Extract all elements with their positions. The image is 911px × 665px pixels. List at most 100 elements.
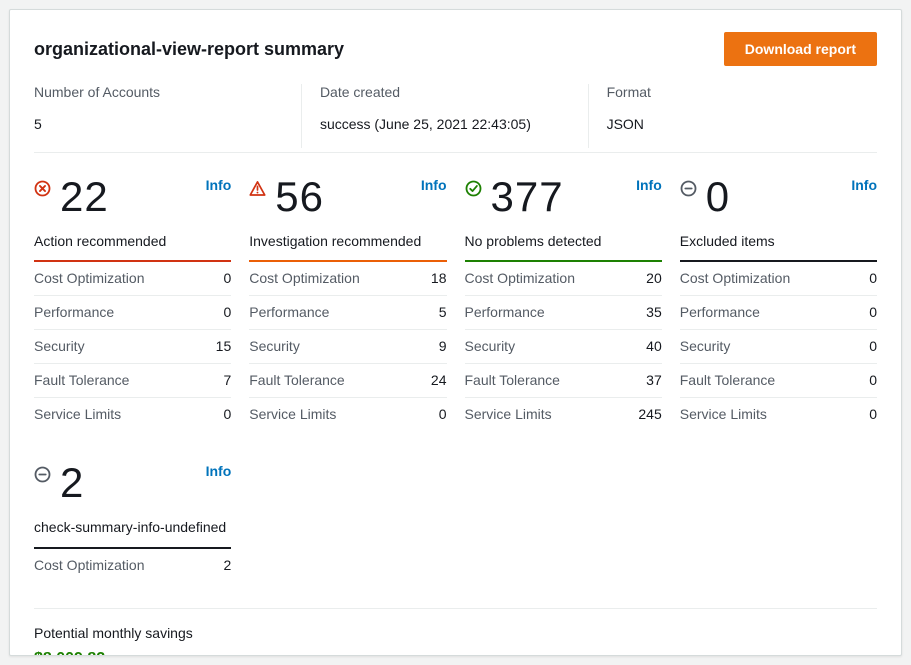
category-value: 2 [223,557,231,573]
category-value: 20 [646,270,662,286]
meta-value: 5 [34,116,301,132]
summary-grid: 22 Info Action recommended Cost Optimiza… [34,175,877,582]
category-label: Fault Tolerance [34,372,129,388]
info-link[interactable]: Info [421,177,447,193]
summary-card-investigation-recommended: 56 Info Investigation recommended Cost O… [249,175,446,431]
category-value: 7 [223,372,231,388]
category-value: 245 [638,406,661,422]
meta-format: Format JSON [588,84,877,148]
category-value: 15 [216,338,232,354]
category-value: 24 [431,372,447,388]
card-title: Excluded items [680,231,877,262]
category-value: 0 [439,406,447,422]
category-label: Service Limits [34,406,121,422]
category-row: Security 40 [465,330,662,364]
meta-label: Number of Accounts [34,84,301,100]
category-label: Performance [34,304,114,320]
category-row: Fault Tolerance 7 [34,364,231,398]
category-row: Performance 0 [680,296,877,330]
category-label: Performance [680,304,760,320]
category-value: 9 [439,338,447,354]
card-header: 2 Info [34,461,231,505]
category-row: Service Limits 0 [680,398,877,431]
summary-card-check-summary-info-undefined: 2 Info check-summary-info-undefined Cost… [34,461,231,581]
category-label: Service Limits [465,406,552,422]
category-value: 0 [223,270,231,286]
success-circle-icon [465,180,482,197]
category-row: Cost Optimization 18 [249,262,446,296]
card-count: 377 [491,175,564,219]
download-report-button[interactable]: Download report [724,32,877,66]
category-list: Cost Optimization0 Performance 0 Security… [680,262,877,431]
category-value: 18 [431,270,447,286]
category-row: Cost Optimization 20 [465,262,662,296]
category-row: Security0 [680,330,877,364]
category-label: Performance [249,304,329,320]
category-value: 0 [869,338,877,354]
category-value: 0 [869,406,877,422]
category-list: Cost Optimization 2 [34,549,231,582]
category-row: Cost Optimization 0 [34,262,231,296]
card-header: 22 Info [34,175,231,219]
card-header: 0 Info [680,175,877,219]
card-count: 56 [275,175,324,219]
category-row: Cost Optimization 2 [34,549,231,582]
card-title: check-summary-info-undefined [34,517,231,548]
category-value: 0 [223,406,231,422]
category-label: Service Limits [680,406,767,422]
category-value: 0 [869,372,877,388]
category-label: Cost Optimization [465,270,575,286]
category-value: 40 [646,338,662,354]
category-value: 0 [869,304,877,320]
category-label: Security [34,338,85,354]
info-link[interactable]: Info [206,463,232,479]
meta-date-created: Date created success (June 25, 2021 22:4… [301,84,588,148]
category-label: Fault Tolerance [465,372,560,388]
card-header: 56 Info [249,175,446,219]
category-row: Cost Optimization0 [680,262,877,296]
potential-monthly-savings: Potential monthly savings $8,009.82 [34,608,877,656]
card-count: 0 [706,175,730,219]
category-row: Fault Tolerance 37 [465,364,662,398]
info-link[interactable]: Info [636,177,662,193]
info-link[interactable]: Info [851,177,877,193]
category-row: Fault Tolerance 24 [249,364,446,398]
report-summary-panel: organizational-view-report summary Downl… [9,9,902,656]
page-title: organizational-view-report summary [34,39,344,60]
category-value: 37 [646,372,662,388]
category-row: Security9 [249,330,446,364]
summary-card-action-recommended: 22 Info Action recommended Cost Optimiza… [34,175,231,431]
category-value: 0 [223,304,231,320]
excluded-circle-icon [680,180,697,197]
meta-value: success (June 25, 2021 22:43:05) [320,116,588,132]
category-label: Security [465,338,516,354]
category-list: Cost Optimization 18 Performance 5 Securit… [249,262,446,431]
category-value: 35 [646,304,662,320]
meta-label: Date created [320,84,588,100]
category-label: Performance [465,304,545,320]
page-header: organizational-view-report summary Downl… [34,24,877,84]
info-link[interactable]: Info [206,177,232,193]
summary-card-excluded-items: 0 Info Excluded items Cost Optimization0… [680,175,877,431]
card-title: No problems detected [465,231,662,262]
card-header: 377 Info [465,175,662,219]
excluded-circle-icon [34,466,51,483]
category-label: Cost Optimization [34,270,144,286]
category-row: Performance 5 [249,296,446,330]
savings-label: Potential monthly savings [34,625,877,641]
category-row: Security 15 [34,330,231,364]
category-label: Cost Optimization [34,557,144,573]
category-row: Service Limits 0 [34,398,231,431]
category-value: 0 [869,270,877,286]
category-label: Fault Tolerance [249,372,344,388]
category-list: Cost Optimization 0 Performance 0 Security… [34,262,231,431]
card-title: Investigation recommended [249,231,446,262]
category-label: Service Limits [249,406,336,422]
card-count: 2 [60,461,84,505]
category-list: Cost Optimization 20 Performance 35 Securi… [465,262,662,431]
category-label: Cost Optimization [249,270,359,286]
category-value: 5 [439,304,447,320]
category-row: Service Limits 0 [249,398,446,431]
report-meta: Number of Accounts 5 Date created succes… [34,84,877,153]
meta-label: Format [607,84,877,100]
